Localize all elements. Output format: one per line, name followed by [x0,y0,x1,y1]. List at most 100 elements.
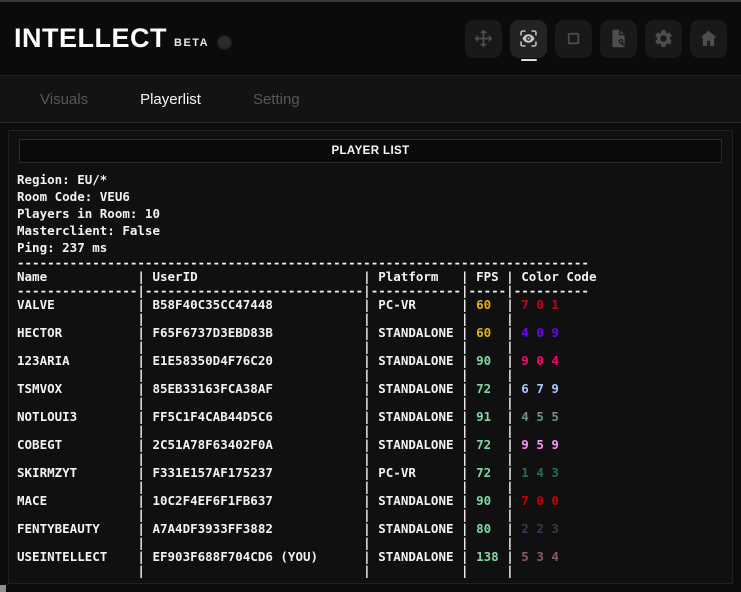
player-platform-cell: STANDALONE | [378,353,476,368]
player-platform-cell: PC-VR | [378,465,476,480]
player-fps-cell: 138 [476,549,506,564]
player-name-cell: USEINTELLECT | [17,549,152,564]
player-userid-cell: 2C51A78F63402F0A | [152,437,378,452]
player-userid-cell: F331E157AF175237 | [152,465,378,480]
move-icon [473,28,494,49]
tab-visuals[interactable]: Visuals [26,91,102,108]
player-fps-cell: 60 [476,325,506,340]
player-userid-cell: 85EB33163FCA38AF | [152,381,378,396]
table-pipe-row: | | | | [17,564,724,578]
player-name-cell: 123ARIA | [17,353,152,368]
player-row: TSMVOX | 85EB33163FCA38AF | STANDALONE |… [17,382,724,396]
player-row: USEINTELLECT | EF903F688F704CD6 (YOU) | … [17,550,724,564]
info-players-in-room: Players in Room: 10 [17,205,724,222]
file-wrench-icon [608,28,629,49]
table-pipe-row: | | | | [17,368,724,382]
player-userid-cell: B58F40C35CC47448 | [152,297,378,312]
intellect-window: { "header": { "brand": "INTELLECT", "bad… [0,0,741,592]
player-name-cell: NOTLOUI3 | [17,409,152,424]
table-pipe-row: | | | | [17,424,724,438]
esp-eye-icon [518,28,539,49]
script-button[interactable] [600,20,637,58]
box-esp-button[interactable] [555,20,592,58]
player-platform-cell: STANDALONE | [378,493,476,508]
player-fps-cell: 60 [476,297,506,312]
player-color-code-cell: 9 0 4 [521,353,559,368]
player-userid-cell: FF5C1F4CAB44D5C6 | [152,409,378,424]
beta-toggle-dot[interactable] [217,35,232,50]
player-row: NOTLOUI3 | FF5C1F4CAB44D5C6 | STANDALONE… [17,410,724,424]
player-row: COBEGT | 2C51A78F63402F0A | STANDALONE |… [17,438,724,452]
player-fps-cell: 80 [476,521,506,536]
player-fps-cell: 90 [476,353,506,368]
player-row: MACE | 10C2F4EF6F1FB637 | STANDALONE | 9… [17,494,724,508]
player-color-code-cell: 4 5 5 [521,409,559,424]
player-userid-cell: E1E58350D4F76C20 | [152,353,378,368]
player-fps-cell: 90 [476,493,506,508]
home-icon [698,28,719,49]
info-room-code: Room Code: VEU6 [17,188,724,205]
table-pipe-row: | | | | [17,508,724,522]
player-name-cell: SKIRMZYT | [17,465,152,480]
resize-grip[interactable] [0,585,6,592]
beta-badge: BETA [174,37,209,49]
panel-title: PLAYER LIST [19,139,722,163]
player-platform-cell: STANDALONE | [378,381,476,396]
player-color-code-cell: 2 2 3 [521,521,559,536]
player-platform-cell: STANDALONE | [378,325,476,340]
playerlist-console: Region: EU/* Room Code: VEU6 Players in … [9,167,732,578]
header-toolbar [465,20,727,58]
table-pipe-row: | | | | [17,452,724,466]
table-pipe-row: | | | | [17,312,724,326]
player-name-cell: TSMVOX | [17,381,152,396]
player-platform-cell: STANDALONE | [378,409,476,424]
table-header-divider: ----------------|-----------------------… [17,284,724,298]
player-table: ----------------------------------------… [17,256,724,578]
player-userid-cell: F65F6737D3EBD83B | [152,325,378,340]
player-color-code-cell: 6 7 9 [521,381,559,396]
player-userid-cell: 10C2F4EF6F1FB637 | [152,493,378,508]
table-pipe-row: | | | | [17,340,724,354]
move-button[interactable] [465,20,502,58]
tab-bar: Visuals Playerlist Setting [0,75,741,123]
info-masterclient: Masterclient: False [17,222,724,239]
brand-logo: INTELLECT [14,23,167,54]
player-color-code-cell: 1 4 3 [521,465,559,480]
gear-icon [653,28,674,49]
player-name-cell: HECTOR | [17,325,152,340]
player-userid-cell: A7A4DF3933FF3882 | [152,521,378,536]
player-color-code-cell: 5 3 4 [521,549,559,564]
player-color-code-cell: 4 0 9 [521,325,559,340]
square-icon [563,28,584,49]
player-color-code-cell: 9 5 9 [521,437,559,452]
player-platform-cell: PC-VR | [378,297,476,312]
settings-button[interactable] [645,20,682,58]
player-row: HECTOR | F65F6737D3EBD83B | STANDALONE |… [17,326,724,340]
player-name-cell: VALVE | [17,297,152,312]
table-header-text: Name | UserID | Platform | FPS | Color C… [17,269,596,284]
esp-visuals-button[interactable] [510,20,547,58]
table-pipe-row: | | | | [17,536,724,550]
player-color-code-cell: 7 0 1 [521,297,559,312]
tab-setting[interactable]: Setting [239,91,314,108]
player-fps-cell: 91 [476,409,506,424]
player-name-cell: FENTYBEAUTY | [17,521,152,536]
info-region: Region: EU/* [17,171,724,188]
app-header: INTELLECT BETA [0,2,741,75]
player-row: FENTYBEAUTY | A7A4DF3933FF3882 | STANDAL… [17,522,724,536]
table-pipe-row: | | | | [17,396,724,410]
table-header-row: Name | UserID | Platform | FPS | Color C… [17,270,724,284]
player-platform-cell: STANDALONE | [378,437,476,452]
tab-playerlist[interactable]: Playerlist [126,91,215,108]
player-fps-cell: 72 [476,465,506,480]
content-area: PLAYER LIST Region: EU/* Room Code: VEU6… [0,123,741,584]
home-button[interactable] [690,20,727,58]
player-color-code-cell: 7 0 0 [521,493,559,508]
player-row: VALVE | B58F40C35CC47448 | PC-VR | 60 | … [17,298,724,312]
player-name-cell: MACE | [17,493,152,508]
player-row: 123ARIA | E1E58350D4F76C20 | STANDALONE … [17,354,724,368]
player-userid-cell: EF903F688F704CD6 (YOU) | [152,549,378,564]
player-row: SKIRMZYT | F331E157AF175237 | PC-VR | 72… [17,466,724,480]
player-platform-cell: STANDALONE | [378,549,476,564]
player-platform-cell: STANDALONE | [378,521,476,536]
